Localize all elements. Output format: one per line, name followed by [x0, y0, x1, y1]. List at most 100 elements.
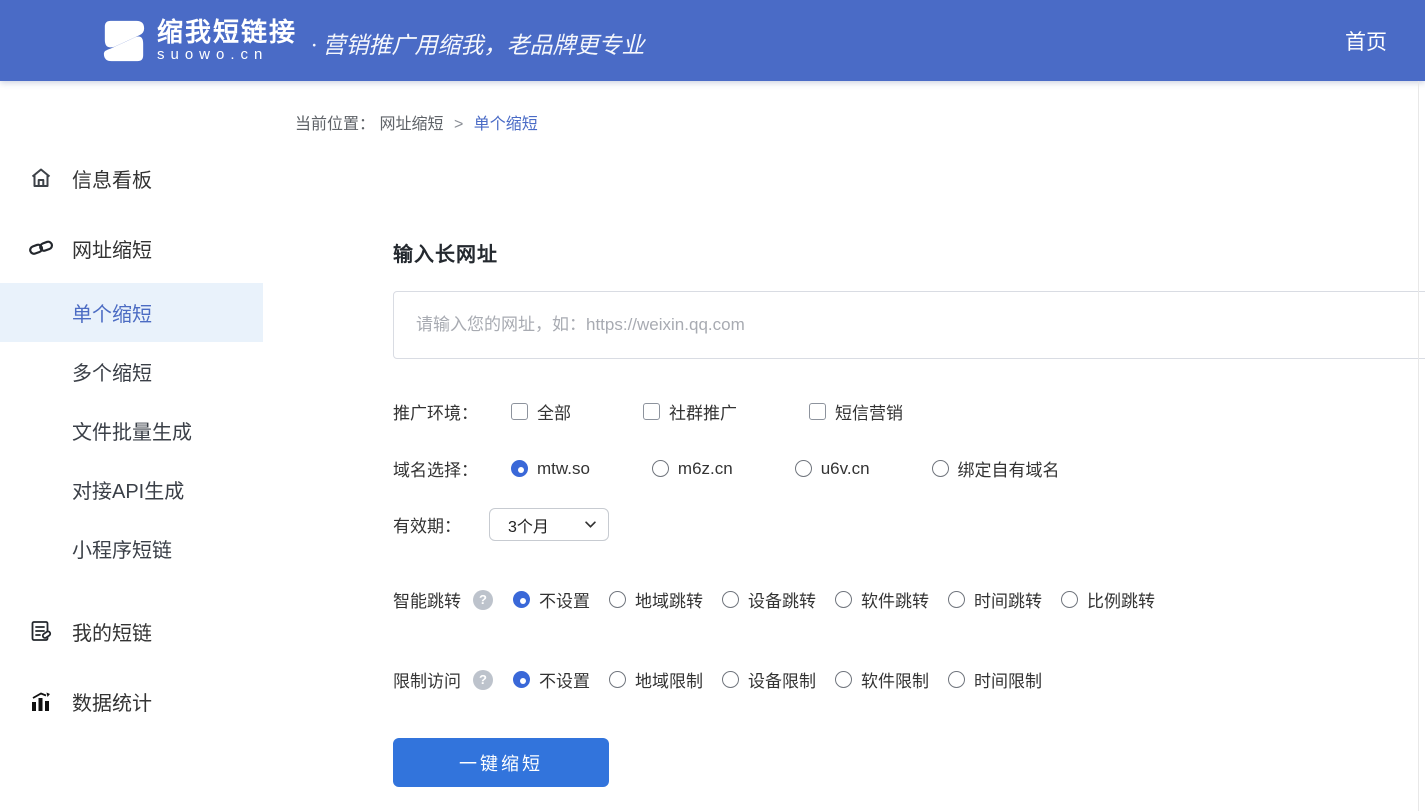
domain-select-label: 域名选择：: [393, 456, 489, 481]
radio-jump-device[interactable]: 设备跳转: [722, 587, 816, 612]
radio-limit-software[interactable]: 软件限制: [835, 667, 929, 692]
radio-label: 比例跳转: [1087, 587, 1155, 612]
radio-limit-device[interactable]: 设备限制: [722, 667, 816, 692]
radio-icon: [513, 671, 530, 688]
checkbox-icon: [643, 403, 660, 420]
radio-limit-region[interactable]: 地域限制: [609, 667, 703, 692]
checkbox-label: 社群推广: [669, 399, 737, 424]
checkbox-icon: [809, 403, 826, 420]
sidebar-item-my-links[interactable]: 我的短链: [0, 596, 263, 666]
sidebar-item-statistics[interactable]: 数据统计: [0, 666, 263, 736]
radio-icon: [932, 460, 949, 477]
breadcrumb-section-link[interactable]: 网址缩短: [379, 116, 443, 133]
radio-icon: [722, 591, 739, 608]
radio-icon: [722, 671, 739, 688]
radio-label: 软件跳转: [861, 587, 929, 612]
breadcrumb-current-link[interactable]: 单个缩短: [474, 116, 538, 133]
brand-logo[interactable]: 缩我短链接 suowo.cn: [100, 18, 297, 64]
sidebar-item-dashboard[interactable]: 信息看板: [0, 143, 263, 213]
sidebar-item-label: 网址缩短: [72, 234, 152, 263]
checkbox-sms-marketing[interactable]: 短信营销: [809, 399, 903, 424]
radio-icon: [1061, 591, 1078, 608]
sidebar-item-single-shorten[interactable]: 单个缩短: [0, 283, 263, 342]
radio-label: 地域跳转: [635, 587, 703, 612]
radio-label: u6v.cn: [821, 459, 870, 479]
brand-tagline: · 营销推广用缩我，老品牌更专业: [311, 26, 645, 60]
radio-icon: [513, 591, 530, 608]
checkbox-label: 短信营销: [835, 399, 903, 424]
access-limit-label: 限制访问: [393, 667, 473, 692]
sidebar-item-miniprogram-link[interactable]: 小程序短链: [0, 519, 263, 578]
radio-label: 不设置: [539, 667, 590, 692]
radio-jump-software[interactable]: 软件跳转: [835, 587, 929, 612]
link-icon: [28, 236, 54, 260]
radio-limit-time[interactable]: 时间限制: [948, 667, 1042, 692]
app-header: 缩我短链接 suowo.cn · 营销推广用缩我，老品牌更专业 首页: [0, 0, 1425, 81]
radio-label: 不设置: [539, 587, 590, 612]
radio-label: 设备限制: [748, 667, 816, 692]
brand-domain: suowo.cn: [157, 46, 297, 64]
radio-icon: [835, 671, 852, 688]
bar-chart-icon: [28, 689, 54, 713]
sidebar-item-label: 多个缩短: [72, 357, 152, 386]
main-content: 当前位置： 网址缩短 > 单个缩短 输入长网址 推广环境： 全部 社群推广: [263, 81, 1425, 811]
radio-jump-ratio[interactable]: 比例跳转: [1061, 587, 1155, 612]
radio-label: 设备跳转: [748, 587, 816, 612]
form-title: 输入长网址: [393, 238, 1425, 267]
domain-select-row: 域名选择： mtw.so m6z.cn u6v.cn 绑定自有域名: [393, 456, 1425, 481]
validity-select[interactable]: 3个月: [489, 508, 609, 541]
radio-label: 时间限制: [974, 667, 1042, 692]
sidebar-item-api-generate[interactable]: 对接API生成: [0, 460, 263, 519]
radio-label: 绑定自有域名: [958, 456, 1060, 481]
sidebar-item-file-batch[interactable]: 文件批量生成: [0, 401, 263, 460]
validity-label: 有效期：: [393, 512, 489, 537]
sidebar-item-label: 文件批量生成: [72, 416, 192, 445]
radio-label: 软件限制: [861, 667, 929, 692]
radio-jump-none[interactable]: 不设置: [513, 587, 590, 612]
sidebar: 信息看板 网址缩短 单个缩短 多个缩短 文件批量生成 对接API生成 小程序短链: [0, 81, 263, 811]
shorten-form: 输入长网址 推广环境： 全部 社群推广 短信营销: [393, 238, 1425, 787]
sidebar-item-url-shorten[interactable]: 网址缩短: [0, 213, 263, 283]
sidebar-gap: [0, 578, 263, 596]
radio-jump-time[interactable]: 时间跳转: [948, 587, 1042, 612]
radio-domain-mtw-so[interactable]: mtw.so: [511, 459, 590, 479]
sidebar-item-label: 对接API生成: [72, 475, 184, 504]
radio-domain-m6z-cn[interactable]: m6z.cn: [652, 459, 733, 479]
radio-domain-u6v-cn[interactable]: u6v.cn: [795, 459, 870, 479]
sidebar-item-label: 我的短链: [72, 617, 152, 646]
breadcrumb-prefix: 当前位置：: [295, 116, 375, 133]
radio-label: 时间跳转: [974, 587, 1042, 612]
radio-icon: [795, 460, 812, 477]
sidebar-item-label: 信息看板: [72, 164, 152, 193]
access-limit-options: 不设置 地域限制 设备限制 软件限制: [513, 667, 1042, 692]
help-icon[interactable]: ?: [473, 670, 493, 690]
shorten-submit-button[interactable]: 一键缩短: [393, 738, 609, 787]
help-icon[interactable]: ?: [473, 590, 493, 610]
long-url-input[interactable]: [393, 291, 1425, 359]
checkbox-community-promo[interactable]: 社群推广: [643, 399, 737, 424]
promo-env-label: 推广环境：: [393, 399, 489, 424]
radio-label: 地域限制: [635, 667, 703, 692]
radio-icon: [609, 671, 626, 688]
radio-limit-none[interactable]: 不设置: [513, 667, 590, 692]
radio-domain-custom[interactable]: 绑定自有域名: [932, 456, 1060, 481]
brand-name: 缩我短链接: [157, 18, 297, 46]
sidebar-item-multi-shorten[interactable]: 多个缩短: [0, 342, 263, 401]
checkbox-label: 全部: [537, 399, 571, 424]
checkbox-icon: [511, 403, 528, 420]
radio-jump-region[interactable]: 地域跳转: [609, 587, 703, 612]
radio-label: mtw.so: [537, 459, 590, 479]
nav-home-link[interactable]: 首页: [1345, 26, 1387, 56]
radio-icon: [652, 460, 669, 477]
breadcrumb: 当前位置： 网址缩短 > 单个缩短: [295, 110, 1425, 134]
smart-jump-row: 智能跳转 ? 不设置 地域跳转 设备跳转: [393, 587, 1425, 612]
radio-icon: [835, 591, 852, 608]
validity-value: 3个月: [508, 513, 549, 537]
validity-row: 有效期： 3个月: [393, 508, 1425, 541]
promo-env-row: 推广环境： 全部 社群推广 短信营销: [393, 399, 1425, 424]
checkbox-all[interactable]: 全部: [511, 399, 571, 424]
home-icon: [28, 166, 54, 190]
brand-text: 缩我短链接 suowo.cn: [157, 18, 297, 64]
sidebar-item-label: 数据统计: [72, 687, 152, 716]
sidebar-item-label: 单个缩短: [72, 298, 152, 327]
